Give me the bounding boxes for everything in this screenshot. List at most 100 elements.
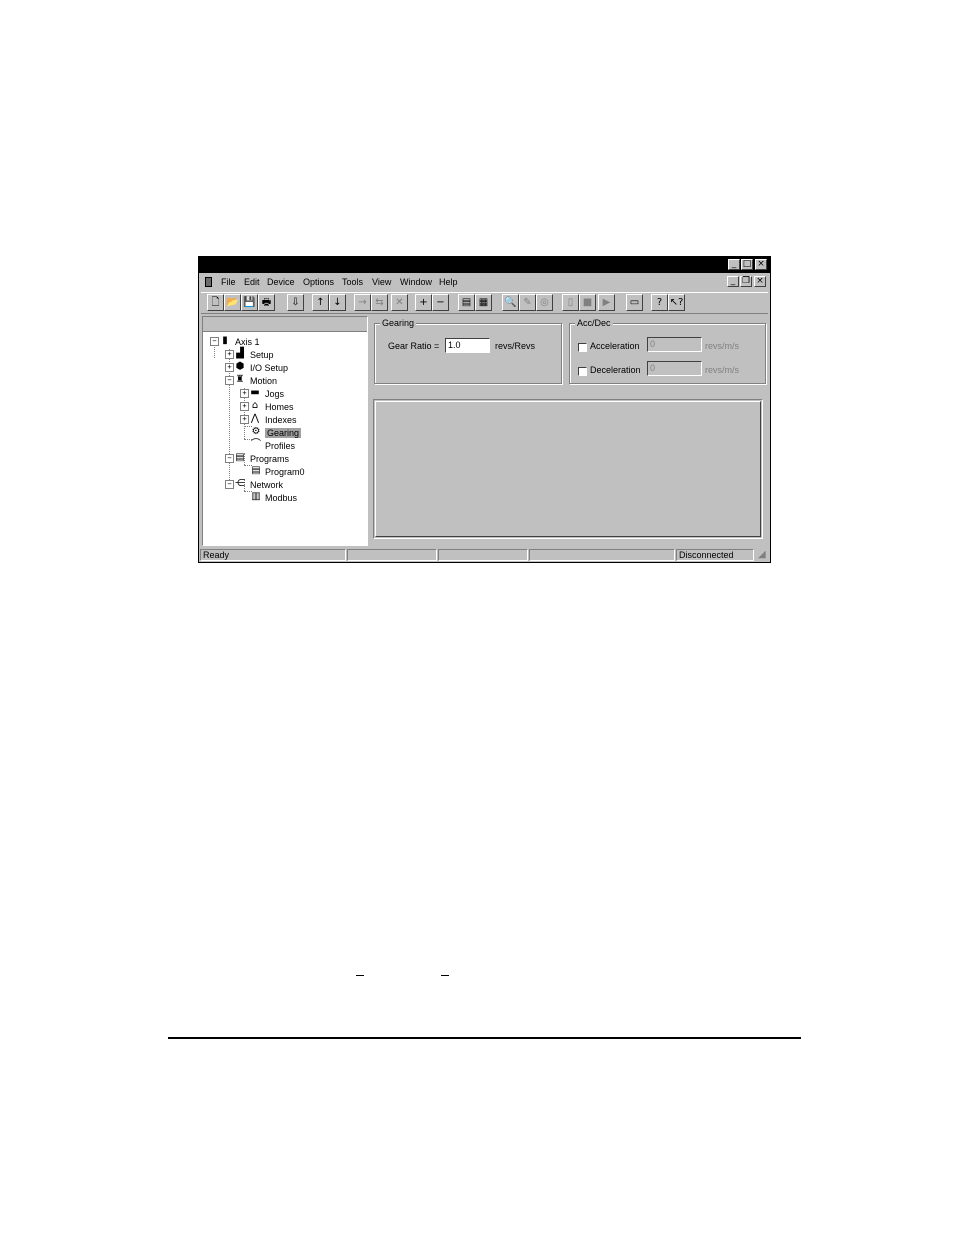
add-icon: + bbox=[419, 297, 428, 308]
gearing-group-title: Gearing bbox=[380, 318, 417, 328]
connect-button[interactable]: → bbox=[354, 294, 371, 311]
maximize-button[interactable]: □ bbox=[741, 259, 753, 270]
zoom-button[interactable]: 🔍 bbox=[502, 294, 519, 311]
tree-node-gearing[interactable]: Gearing bbox=[265, 427, 302, 439]
stop-button[interactable]: ▯ bbox=[562, 294, 579, 311]
app-document-icon[interactable] bbox=[205, 277, 212, 287]
disconnect-icon: ⇆ bbox=[375, 297, 384, 308]
details-panel-inner bbox=[375, 401, 761, 537]
disconnect-button[interactable]: ⇆ bbox=[371, 294, 388, 311]
tree-node-io-setup[interactable]: I/O Setup bbox=[250, 362, 288, 374]
stop-icon: ▯ bbox=[567, 297, 574, 308]
tree-collapse-toggle[interactable]: − bbox=[225, 376, 234, 385]
tree-pane: − ▮ Axis 1 + ▟ Setup + ⬢ I/O Setup − ♜ M… bbox=[202, 316, 368, 546]
menu-help[interactable]: Help bbox=[439, 277, 458, 287]
network-icon: ⋲ bbox=[235, 478, 245, 489]
indexes-icon: ⋀ bbox=[250, 413, 260, 424]
save-button[interactable]: 💾 bbox=[241, 294, 258, 311]
status-pane-4 bbox=[529, 549, 675, 561]
halt-button[interactable]: ■ bbox=[579, 294, 596, 311]
tree-node-gearing-label: Gearing bbox=[265, 428, 302, 438]
page-underline-mark bbox=[356, 975, 364, 976]
acceleration-checkbox[interactable] bbox=[578, 343, 587, 352]
zoom-icon: 🔍 bbox=[504, 297, 517, 308]
tree-node-motion[interactable]: Motion bbox=[250, 375, 277, 387]
gearing-group: Gearing Gear Ratio = 1.0 revs/Revs bbox=[374, 318, 562, 384]
tree-node-program0[interactable]: Program0 bbox=[265, 466, 305, 478]
tree-expand-toggle[interactable]: + bbox=[225, 350, 234, 359]
print-button[interactable]: 🖶 bbox=[258, 294, 275, 311]
tree-expand-toggle[interactable]: + bbox=[225, 363, 234, 372]
jogs-icon: ▬ bbox=[250, 387, 260, 398]
programs-icon: ▤ bbox=[235, 452, 245, 463]
tree-node-jogs[interactable]: Jogs bbox=[265, 388, 284, 400]
download-to-device-icon: ↓ bbox=[333, 297, 342, 308]
window-button[interactable]: ▭ bbox=[626, 294, 643, 311]
title-bar[interactable]: _ □ × bbox=[199, 257, 770, 273]
help-pointer-button[interactable]: ↖? bbox=[668, 294, 685, 311]
status-pane-2 bbox=[347, 549, 437, 561]
tree-collapse-toggle[interactable]: − bbox=[210, 337, 219, 346]
tree-node-modbus[interactable]: Modbus bbox=[265, 492, 297, 504]
acceleration-input[interactable]: 0 bbox=[647, 337, 702, 352]
pane-splitter[interactable] bbox=[368, 316, 371, 546]
tree-header bbox=[203, 317, 367, 332]
tree-collapse-toggle[interactable]: − bbox=[225, 454, 234, 463]
new-file-button[interactable]: 🗋 bbox=[207, 294, 224, 311]
setup-icon: ▟ bbox=[236, 348, 244, 359]
mdi-close-button[interactable]: × bbox=[754, 276, 766, 287]
remove-button[interactable]: − bbox=[432, 294, 449, 311]
menu-file[interactable]: File bbox=[221, 277, 236, 287]
tree-expand-toggle[interactable]: + bbox=[240, 415, 249, 424]
tree-node-homes[interactable]: Homes bbox=[265, 401, 294, 413]
mdi-restore-button[interactable]: ❐ bbox=[740, 276, 752, 287]
menu-bar: File Edit Device Options Tools View Wind… bbox=[199, 274, 770, 290]
document-button[interactable]: ▦ bbox=[475, 294, 492, 311]
tree-node-indexes[interactable]: Indexes bbox=[265, 414, 297, 426]
new-file-icon: 🗋 bbox=[211, 297, 220, 308]
status-text: Ready bbox=[200, 549, 346, 561]
properties-icon: ▤ bbox=[461, 297, 472, 308]
homes-icon: ⌂ bbox=[251, 400, 259, 411]
open-folder-button[interactable]: 📂 bbox=[224, 294, 241, 311]
tree-node-axis-1[interactable]: Axis 1 bbox=[235, 336, 260, 348]
menu-view[interactable]: View bbox=[372, 277, 391, 287]
cut-button[interactable]: ✕ bbox=[391, 294, 408, 311]
upload-button[interactable]: ↑ bbox=[312, 294, 329, 311]
pen-button[interactable]: ✎ bbox=[519, 294, 536, 311]
acceleration-unit: revs/m/s bbox=[705, 341, 740, 351]
add-button[interactable]: + bbox=[415, 294, 432, 311]
document-icon: ▦ bbox=[478, 297, 489, 308]
tree-node-programs[interactable]: Programs bbox=[250, 453, 289, 465]
page-footer-rule bbox=[168, 1037, 801, 1039]
run-button[interactable]: ▶ bbox=[598, 294, 615, 311]
menu-edit[interactable]: Edit bbox=[244, 277, 260, 287]
print-icon: 🖶 bbox=[261, 297, 272, 308]
watch-button[interactable]: ◎ bbox=[536, 294, 553, 311]
about-button[interactable]: ? bbox=[651, 294, 668, 311]
download-icon: ⇩ bbox=[291, 297, 300, 308]
tree-expand-toggle[interactable]: + bbox=[240, 402, 249, 411]
mdi-minimize-button[interactable]: _ bbox=[727, 276, 739, 287]
tree-node-profiles[interactable]: Profiles bbox=[265, 440, 295, 452]
minimize-button[interactable]: _ bbox=[728, 259, 740, 270]
menu-options[interactable]: Options bbox=[303, 277, 334, 287]
close-button[interactable]: × bbox=[755, 259, 767, 270]
gear-ratio-input[interactable]: 1.0 bbox=[445, 338, 490, 353]
deceleration-input[interactable]: 0 bbox=[647, 361, 702, 376]
gearing-icon: ⚙ bbox=[251, 426, 261, 437]
download-to-device-button[interactable]: ↓ bbox=[329, 294, 346, 311]
resize-grip-icon[interactable]: ◢ bbox=[758, 549, 766, 560]
tree-node-network[interactable]: Network bbox=[250, 479, 283, 491]
menu-tools[interactable]: Tools bbox=[342, 277, 363, 287]
tree-expand-toggle[interactable]: + bbox=[240, 389, 249, 398]
application-window: _ □ × File Edit Device Options Tools Vie… bbox=[198, 256, 771, 563]
properties-button[interactable]: ▤ bbox=[458, 294, 475, 311]
tree-node-setup[interactable]: Setup bbox=[250, 349, 274, 361]
status-pane-3 bbox=[438, 549, 528, 561]
menu-device[interactable]: Device bbox=[267, 277, 295, 287]
download-button[interactable]: ⇩ bbox=[287, 294, 304, 311]
deceleration-checkbox[interactable] bbox=[578, 367, 587, 376]
tree-collapse-toggle[interactable]: − bbox=[225, 480, 234, 489]
menu-window[interactable]: Window bbox=[400, 277, 432, 287]
